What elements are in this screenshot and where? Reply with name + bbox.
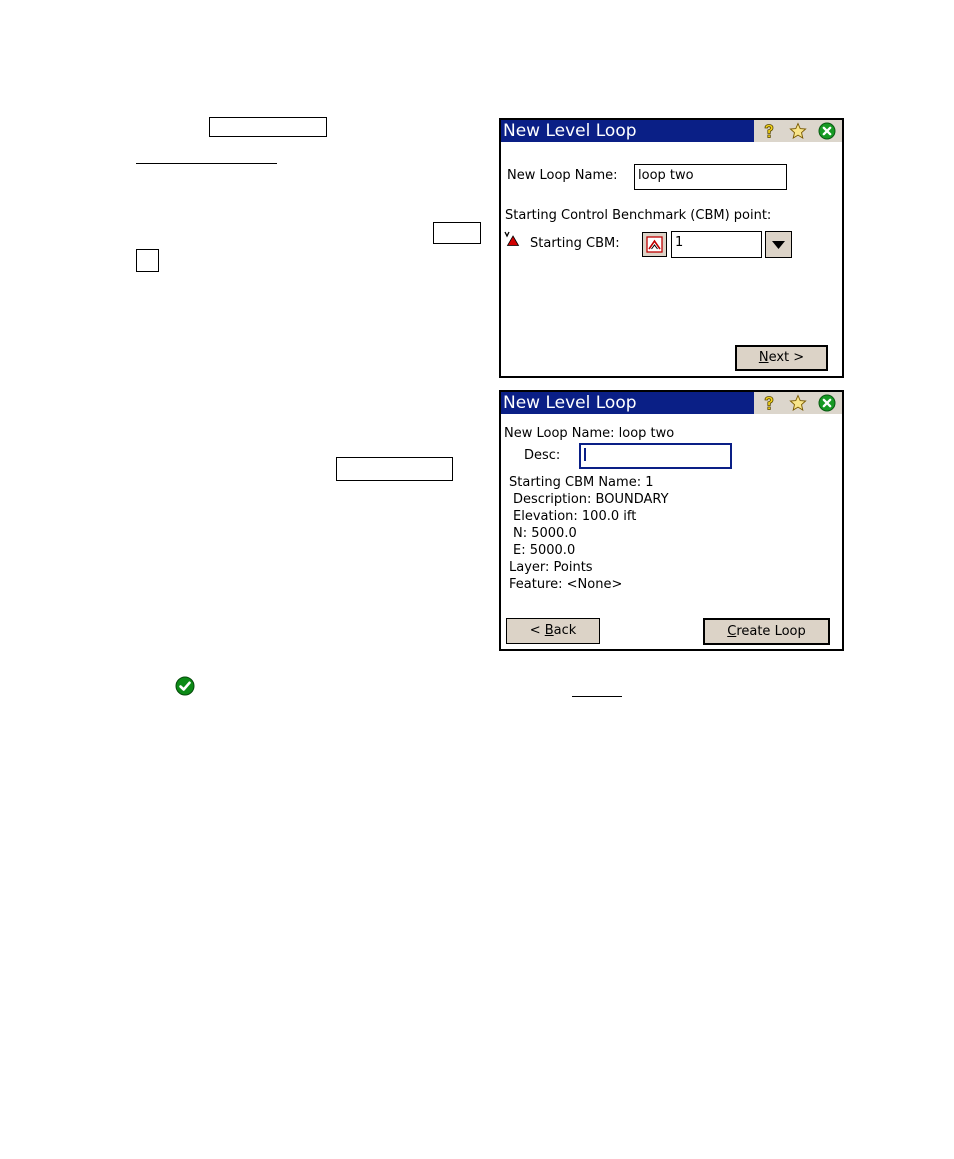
loop-name-label: New Loop Name: <box>507 168 618 183</box>
dialog-title: New Level Loop <box>503 121 637 141</box>
title-bar: New Level Loop <box>501 120 842 142</box>
title-bar-icons <box>754 120 842 142</box>
create-mnemonic: C <box>727 624 737 639</box>
question-mark-icon[interactable] <box>760 122 778 140</box>
desc-input[interactable] <box>579 443 732 469</box>
new-level-loop-dialog-2: New Level Loop New Loop Name: loop two D… <box>499 390 844 651</box>
back-label: ack <box>553 623 577 638</box>
benchmark-triangle-icon <box>504 231 520 247</box>
starting-cbm-input[interactable]: 1 <box>671 231 762 258</box>
checkmark-icon <box>175 676 195 696</box>
star-icon[interactable] <box>789 394 807 412</box>
underline-rule-2 <box>572 696 622 697</box>
map-pick-icon[interactable] <box>642 232 667 257</box>
section-label: Starting Control Benchmark (CBM) point: <box>505 208 772 223</box>
back-prefix: < <box>529 623 545 638</box>
starting-cbm-label: Starting CBM: <box>530 236 620 251</box>
detail-starting-cbm-name: Starting CBM Name: 1 <box>509 475 654 490</box>
question-mark-icon[interactable] <box>760 394 778 412</box>
title-bar: New Level Loop <box>501 392 842 414</box>
next-mnemonic: N <box>758 350 769 365</box>
new-level-loop-dialog-1: New Level Loop New Loop Name: loop two S… <box>499 118 844 378</box>
detail-elevation: Elevation: 100.0 ift <box>513 509 637 524</box>
loop-name-line: New Loop Name: loop two <box>504 426 675 441</box>
inline-button-placeholder-2 <box>433 222 481 244</box>
next-button[interactable]: Next > <box>735 345 828 371</box>
close-icon[interactable] <box>818 394 836 412</box>
dialog-title: New Level Loop <box>503 393 637 413</box>
detail-northing: N: 5000.0 <box>513 526 577 541</box>
create-loop-button[interactable]: Create Loop <box>703 618 830 645</box>
text-caret <box>584 448 586 461</box>
detail-feature: Feature: <None> <box>509 577 623 592</box>
detail-easting: E: 5000.0 <box>513 543 576 558</box>
inline-button-placeholder-4 <box>336 457 453 481</box>
loop-name-input[interactable]: loop two <box>634 164 787 190</box>
star-icon[interactable] <box>789 122 807 140</box>
back-button[interactable]: < Back <box>506 618 600 644</box>
detail-description: Description: BOUNDARY <box>513 492 669 507</box>
dropdown-arrow-icon[interactable] <box>765 231 792 258</box>
inline-button-placeholder-3 <box>136 249 159 272</box>
title-bar-icons <box>754 392 842 414</box>
desc-label: Desc: <box>524 448 561 463</box>
underline-rule-1 <box>136 163 277 164</box>
detail-layer: Layer: Points <box>509 560 593 575</box>
close-icon[interactable] <box>818 122 836 140</box>
inline-button-placeholder-1 <box>209 117 327 137</box>
back-mnemonic: B <box>544 623 554 638</box>
next-label: ext > <box>768 350 805 365</box>
create-label: reate Loop <box>736 624 806 639</box>
